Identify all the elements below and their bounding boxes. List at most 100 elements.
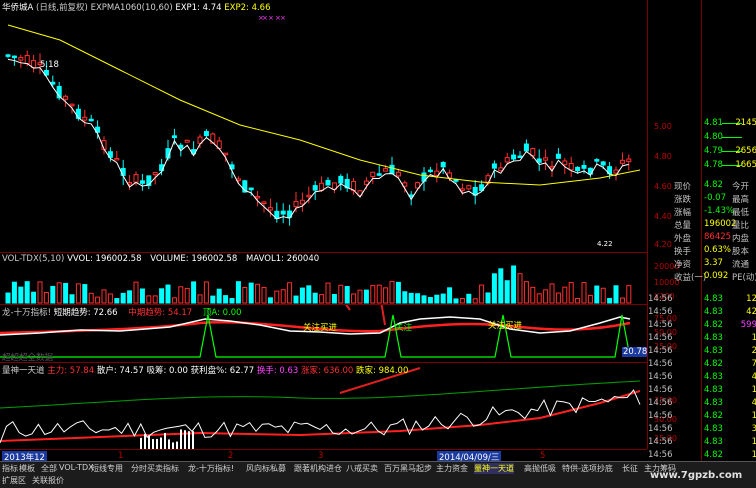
volume-bar <box>415 293 421 304</box>
stat-label: 外盘 <box>674 234 692 244</box>
tab-13[interactable]: 高抛低吸 <box>524 463 556 474</box>
tab-2[interactable]: 全部 <box>41 463 57 474</box>
candle-body <box>427 169 433 173</box>
tick-price: 4.83 <box>704 385 723 395</box>
month-mark: 3 <box>318 451 324 461</box>
volume-bar <box>287 282 293 304</box>
volume-bar <box>427 297 433 304</box>
tick-time: 14:56 <box>648 424 673 434</box>
candle-body <box>395 171 401 177</box>
tab-15[interactable]: 长征 <box>622 463 638 474</box>
indicator2-panel[interactable]: 量神一天道 主力: 57.84 散户: 74.57 吸筹: 0.00 获利盘%:… <box>0 362 647 450</box>
high-price-label: 5.18 <box>40 60 59 70</box>
candle-body <box>299 199 305 205</box>
ask-row[interactable]: 4.79 2656 <box>702 146 756 157</box>
stat-label: 换手 <box>674 247 692 257</box>
volume-bar <box>210 295 216 304</box>
candle-body <box>5 54 11 57</box>
month-mark: 2 <box>228 451 234 461</box>
profit-line <box>0 380 641 409</box>
tab-10[interactable]: 百万黑马起步 <box>384 463 432 474</box>
tab-14[interactable]: 特供-选项抄底 <box>562 463 613 474</box>
candle-body <box>267 207 273 211</box>
tick-volume: 3 <box>751 424 756 434</box>
candle-body <box>280 210 286 215</box>
tab-8[interactable]: 跟著机构进仓 <box>294 463 342 474</box>
tab-3[interactable]: VOL-TDX <box>59 463 94 472</box>
volume-bar <box>50 285 56 304</box>
indicator1-panel[interactable]: 龙-十万指标! 短期趋势: 72.66 中期趋势: 54.17 顶A: 0.00… <box>0 304 649 363</box>
indicator2-title: 量神一天道 <box>2 366 45 376</box>
mavol-value: MAVOL1: 260040 <box>246 254 320 264</box>
volume-bar <box>523 281 529 304</box>
candle-body <box>88 118 94 122</box>
tick-time: 14:56 <box>648 307 673 317</box>
tick-time: 14:56 <box>648 346 673 356</box>
absorb-bar <box>184 430 186 449</box>
tab-12[interactable]: 量神一天道 <box>474 463 514 474</box>
stock-name: 华侨城A <box>2 3 34 13</box>
tick-row: 14:56 4.83 4 <box>648 398 756 409</box>
stat-row: 净资 3.37 流通 <box>674 258 756 270</box>
tab-11[interactable]: 主力资金 <box>436 463 468 474</box>
volume-bar <box>466 293 472 304</box>
kline-panel[interactable]: × × × × × 华侨城A (日线,前复权) EXPMA1060(10,60) EXP… <box>0 0 647 252</box>
ask-row[interactable]: 4.81 2145 <box>702 118 756 129</box>
tab-1[interactable]: 模板 <box>19 463 35 474</box>
annotation-label: 关注 <box>395 323 413 333</box>
stat-label-2: 流通 <box>732 260 750 270</box>
tick-price: 4.82 <box>704 359 723 369</box>
tick-volume: 7 <box>751 359 756 369</box>
tab-9[interactable]: 八戒买卖 <box>346 463 378 474</box>
tick-price: 4.83 <box>704 424 723 434</box>
tick-row: 14:56 4.83 1 <box>648 385 756 396</box>
volume-bar <box>18 286 24 304</box>
candle-body <box>511 154 517 160</box>
volume-bar <box>235 281 241 304</box>
ask-row[interactable]: 4.78 1665 <box>702 160 756 171</box>
tab-4[interactable]: 短线专用 <box>91 463 123 474</box>
volume-bar <box>312 292 318 304</box>
volume-bar <box>530 286 536 304</box>
volume-bar <box>95 296 101 304</box>
volume-bar <box>223 295 229 304</box>
candle-body <box>261 201 267 204</box>
absorb-bar <box>156 438 158 449</box>
candle-body <box>549 165 555 169</box>
price-tick: 5.00 <box>654 122 672 131</box>
volume-bar <box>24 281 30 304</box>
volume-bar <box>75 283 81 304</box>
candle-body <box>203 131 209 137</box>
ask-row[interactable]: 4.80 <box>702 132 756 143</box>
tick-time: 14:56 <box>648 437 673 447</box>
candle-body <box>376 173 382 176</box>
period-label: (日线,前复权) <box>36 3 88 13</box>
candle-body <box>491 163 497 169</box>
volume-panel[interactable]: VOL-TDX(5,10) VVOL: 196002.58 VOLUME: 19… <box>0 252 647 305</box>
tick-time: 14:56 <box>648 320 673 330</box>
candle-body <box>562 160 568 166</box>
stat-value: -1.43% <box>704 206 735 216</box>
volume-bar <box>37 281 43 304</box>
quote-panel: 4.81 2145 4.80 4.79 2656 4.78 1665 现价 4.82 今开 涨跌 -… <box>648 0 756 472</box>
tab-0[interactable]: 指标 <box>2 463 18 474</box>
volume-bar <box>594 285 600 304</box>
tab-7[interactable]: 风向标私募 <box>246 463 286 474</box>
tick-volume: 1 <box>751 333 756 343</box>
volume-bar <box>306 285 312 304</box>
tab-5[interactable]: 分时买卖指标 <box>131 463 179 474</box>
volume-bar <box>351 293 357 304</box>
tick-price: 4.82 <box>704 411 723 421</box>
volume-bar <box>63 282 69 304</box>
tab-row2-0[interactable]: 扩展区 <box>2 475 26 486</box>
stat-label-2: 今开 <box>732 182 750 192</box>
tick-price: 4.83 <box>704 307 723 317</box>
tab-row2-1[interactable]: 关联报价 <box>32 475 64 486</box>
tick-row: 14:56 4.82 7 <box>648 359 756 370</box>
tab-6[interactable]: 龙-十万指标! <box>188 463 234 474</box>
volume-bar <box>88 292 94 304</box>
volume-bar <box>11 281 17 304</box>
volume-bar <box>114 298 120 304</box>
tick-volume: 2 <box>751 346 756 356</box>
volume-bar <box>363 289 369 304</box>
